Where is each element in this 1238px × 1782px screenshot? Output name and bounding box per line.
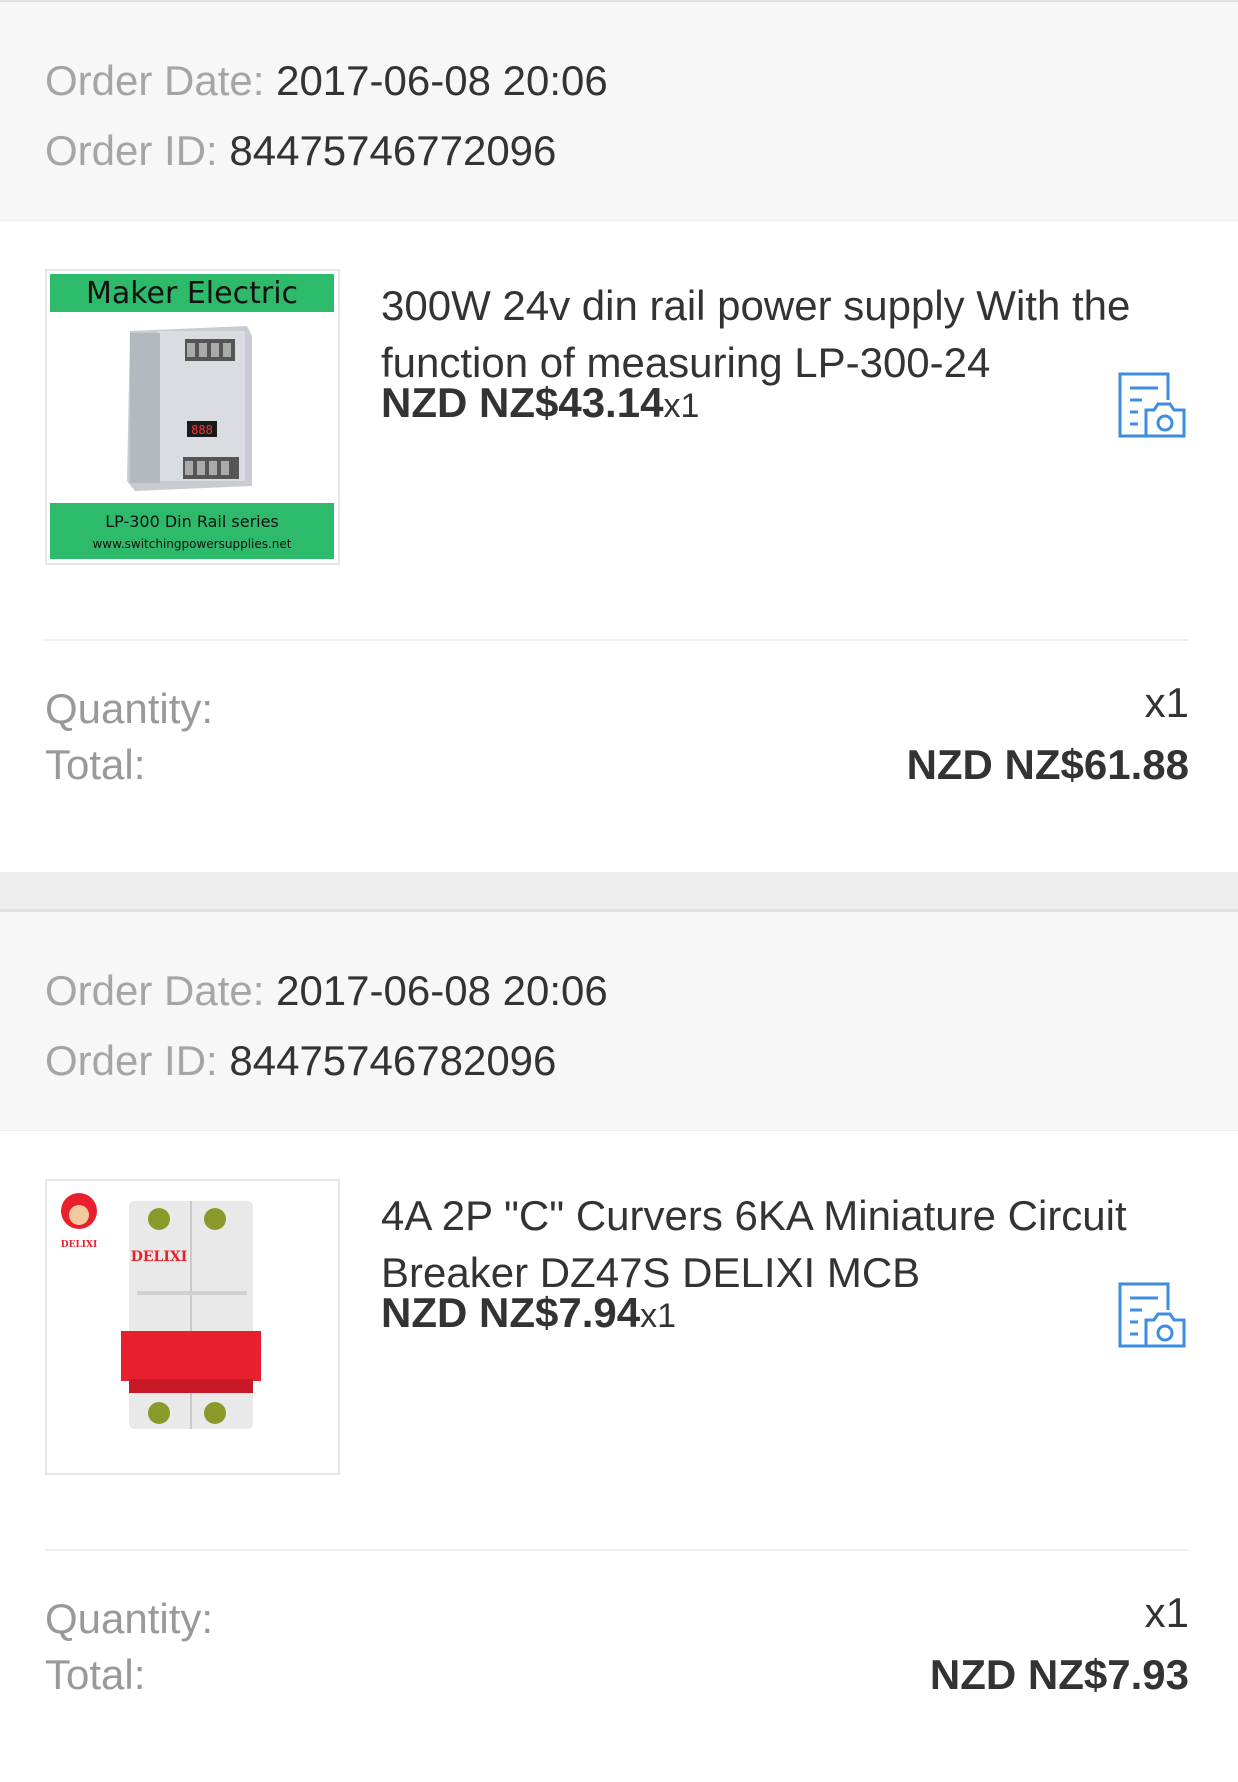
snapshot-icon[interactable] <box>1116 370 1188 442</box>
order-date-line: Order Date: 2017-06-08 20:06 <box>45 2 1238 116</box>
image-brand-text: DELIXI <box>131 1249 188 1265</box>
order-card[interactable]: Order Date: 2017-06-08 20:06 Order ID: 8… <box>0 910 1238 1782</box>
order-separator <box>0 872 1238 910</box>
order-id-label: Order ID: <box>45 1037 218 1084</box>
quantity-label: Quantity: <box>45 685 214 732</box>
quantity-value: x1 <box>1144 1589 1189 1636</box>
order-summary: Quantity: x1 Total: NZD NZ$7.93 <box>0 1551 1238 1782</box>
total-value: NZD NZ$61.88 <box>906 741 1189 788</box>
order-id-line: Order ID: 84475746772096 <box>45 116 1238 186</box>
product-title[interactable]: 300W 24v din rail power supply With the … <box>381 277 1201 391</box>
product-image[interactable]: DELIXI DELIXI <box>45 1179 340 1475</box>
product-qty: x1 <box>663 387 700 425</box>
product-price-value: NZD NZ$7.94 <box>381 1289 641 1336</box>
quantity-value: x1 <box>1144 679 1189 726</box>
order-id-value: 84475746782096 <box>229 1037 557 1084</box>
image-brand-text: Maker Electric <box>86 276 298 311</box>
order-id-line: Order ID: 84475746782096 <box>45 1026 1238 1096</box>
image-url-text: www.switchingpowersupplies.net <box>92 537 291 551</box>
order-summary: Quantity: x1 Total: NZD NZ$61.88 <box>0 641 1238 872</box>
product-row[interactable]: Maker Electric 888 LP-300 Din Rail serie <box>0 221 1238 641</box>
order-date-value: 2017-06-08 20:06 <box>276 967 608 1014</box>
order-date-value: 2017-06-08 20:06 <box>276 57 608 104</box>
order-id-value: 84475746772096 <box>229 127 557 174</box>
order-date-line: Order Date: 2017-06-08 20:06 <box>45 912 1238 1026</box>
product-title[interactable]: 4A 2P "C" Curvers 6KA Miniature Circuit … <box>381 1187 1201 1301</box>
image-caption-text: LP-300 Din Rail series <box>105 512 279 531</box>
image-brand-small: DELIXI <box>61 1240 97 1250</box>
order-date-label: Order Date: <box>45 967 265 1014</box>
product-row[interactable]: DELIXI DELIXI 4A 2P "C" Curvers 6KA Mini… <box>0 1131 1238 1551</box>
total-value: NZD NZ$7.93 <box>929 1651 1189 1698</box>
order-id-label: Order ID: <box>45 127 218 174</box>
order-header: Order Date: 2017-06-08 20:06 Order ID: 8… <box>0 910 1238 1131</box>
order-card[interactable]: Order Date: 2017-06-08 20:06 Order ID: 8… <box>0 0 1238 872</box>
product-price: NZD NZ$43.14x1 <box>381 379 699 427</box>
product-price: NZD NZ$7.94x1 <box>381 1289 676 1337</box>
svg-text:888: 888 <box>191 423 213 437</box>
total-label: Total: <box>45 1651 146 1698</box>
product-image[interactable]: Maker Electric 888 LP-300 Din Rail serie <box>45 269 340 565</box>
order-date-label: Order Date: <box>45 57 265 104</box>
total-label: Total: <box>45 741 146 788</box>
quantity-label: Quantity: <box>45 1595 214 1642</box>
order-header: Order Date: 2017-06-08 20:06 Order ID: 8… <box>0 0 1238 221</box>
snapshot-icon[interactable] <box>1116 1280 1188 1352</box>
product-qty: x1 <box>640 1297 676 1335</box>
product-price-value: NZD NZ$43.14 <box>381 379 664 426</box>
